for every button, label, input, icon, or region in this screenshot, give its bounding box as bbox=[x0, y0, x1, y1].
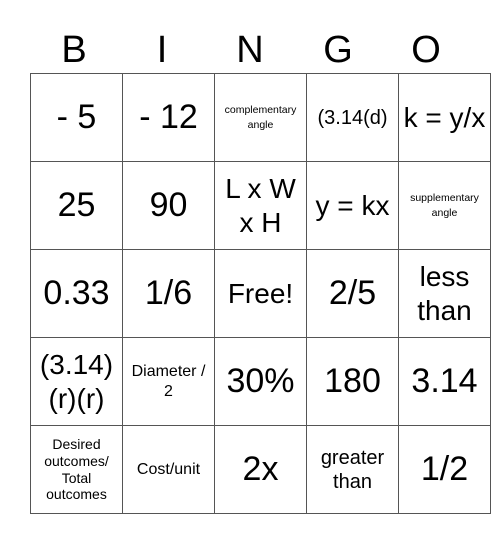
bingo-cell[interactable]: complementary angle bbox=[214, 73, 307, 162]
bingo-cell[interactable]: 180 bbox=[306, 337, 399, 426]
header-letter: B bbox=[61, 29, 87, 71]
bingo-cell[interactable]: Cost/unit bbox=[122, 425, 215, 514]
header-letter: G bbox=[323, 29, 353, 71]
bingo-cell[interactable]: 30% bbox=[214, 337, 307, 426]
bingo-cell[interactable]: 1/2 bbox=[398, 425, 491, 514]
bingo-cell[interactable]: less than bbox=[398, 249, 491, 338]
bingo-header: B I N G O bbox=[30, 28, 470, 72]
bingo-cell[interactable]: 2x bbox=[214, 425, 307, 514]
bingo-cell[interactable]: 1/6 bbox=[122, 249, 215, 338]
bingo-cell[interactable]: L x W x H bbox=[214, 161, 307, 250]
bingo-cell[interactable]: greater than bbox=[306, 425, 399, 514]
bingo-cell[interactable]: (3.14) (r)(r) bbox=[30, 337, 123, 426]
bingo-cell[interactable]: 90 bbox=[122, 161, 215, 250]
header-letter: N bbox=[236, 29, 264, 71]
grid-row: Desired outcomes/ Total outcomes Cost/un… bbox=[30, 425, 491, 514]
bingo-cell[interactable]: y = kx bbox=[306, 161, 399, 250]
bingo-cell[interactable]: - 12 bbox=[122, 73, 215, 162]
bingo-cell[interactable]: k = y/x bbox=[398, 73, 491, 162]
bingo-cell[interactable]: Diameter / 2 bbox=[122, 337, 215, 426]
grid-row: 25 90 L x W x H y = kx supplementary ang… bbox=[30, 161, 491, 250]
grid-row: - 5 - 12 complementary angle (3.14(d) k … bbox=[30, 73, 491, 162]
bingo-cell[interactable]: 25 bbox=[30, 161, 123, 250]
free-space-cell[interactable]: Free! bbox=[214, 249, 307, 338]
bingo-cell[interactable]: 0.33 bbox=[30, 249, 123, 338]
grid-row: (3.14) (r)(r) Diameter / 2 30% 180 3.14 bbox=[30, 337, 491, 426]
bingo-cell[interactable]: Desired outcomes/ Total outcomes bbox=[30, 425, 123, 514]
bingo-cell[interactable]: - 5 bbox=[30, 73, 123, 162]
bingo-cell[interactable]: supplementary angle bbox=[398, 161, 491, 250]
grid-row: 0.33 1/6 Free! 2/5 less than bbox=[30, 249, 491, 338]
bingo-cell[interactable]: 3.14 bbox=[398, 337, 491, 426]
header-letter: O bbox=[411, 29, 441, 71]
header-letter: I bbox=[156, 29, 168, 71]
bingo-cell[interactable]: 2/5 bbox=[306, 249, 399, 338]
bingo-grid: - 5 - 12 complementary angle (3.14(d) k … bbox=[30, 73, 491, 514]
bingo-cell[interactable]: (3.14(d) bbox=[306, 73, 399, 162]
